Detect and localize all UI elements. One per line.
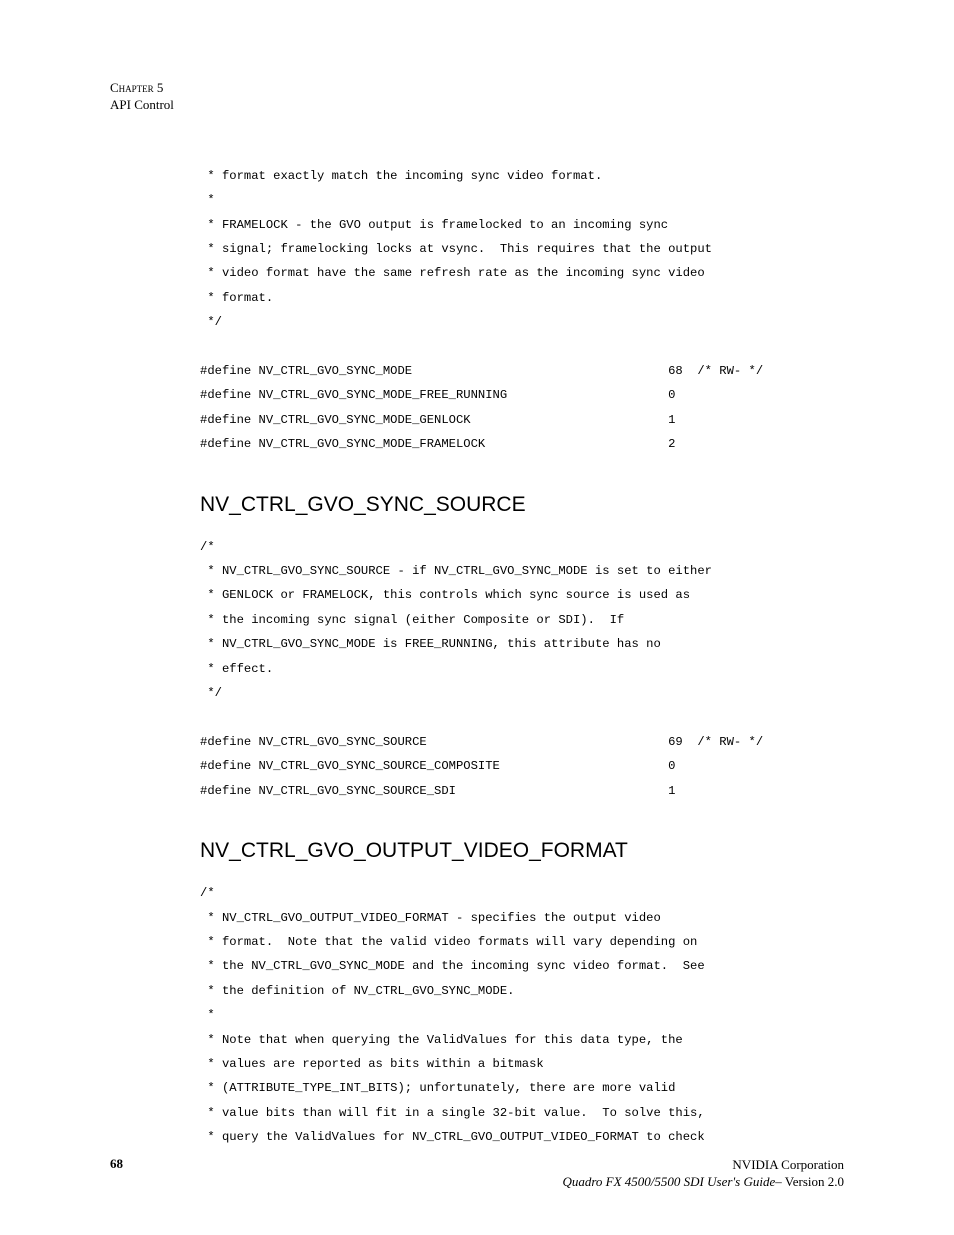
page-number: 68 <box>110 1156 123 1172</box>
code-block-output-format: /* * NV_CTRL_GVO_OUTPUT_VIDEO_FORMAT - s… <box>110 881 844 1149</box>
chapter-subtitle: API Control <box>110 97 844 114</box>
footer-version: – Version 2.0 <box>775 1174 844 1189</box>
page-footer: 68 NVIDIA Corporation Quadro FX 4500/550… <box>110 1156 844 1191</box>
section-sync-source-title: NV_CTRL_GVO_SYNC_SOURCE <box>200 493 844 517</box>
code-block-sync-source: /* * NV_CTRL_GVO_SYNC_SOURCE - if NV_CTR… <box>110 535 844 803</box>
section-output-format-title: NV_CTRL_GVO_OUTPUT_VIDEO_FORMAT <box>200 839 844 863</box>
chapter-line: Chapter 5 <box>110 80 844 97</box>
code-block-1: * format exactly match the incoming sync… <box>110 164 844 457</box>
chapter-header: Chapter 5 API Control <box>110 80 844 114</box>
footer-doc-title: Quadro FX 4500/5500 SDI User's Guide <box>562 1174 775 1189</box>
footer-corp: NVIDIA Corporation <box>562 1156 844 1174</box>
